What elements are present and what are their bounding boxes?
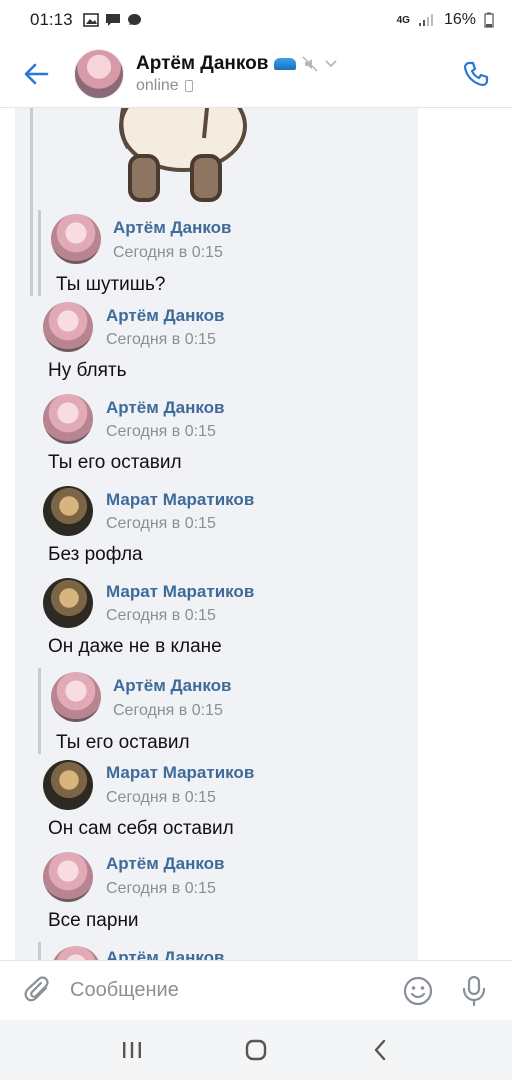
chat-area[interactable]: Артём Данков Сегодня в 0:15 Ты шутишь? А… [0,108,512,960]
contact-info[interactable]: Артём Данков online [136,53,338,95]
recent-apps-button[interactable] [112,1030,152,1070]
message-item[interactable]: Марат Маратиков Сегодня в 0:15 Он сам се… [0,758,418,850]
message-item[interactable]: Марат Маратиков Сегодня в 0:15 Без рофла [0,482,418,574]
microphone-icon [462,975,486,1006]
home-icon [245,1039,267,1061]
status-bar: 01:13 4G 16% [0,0,512,40]
quote-bar [38,210,41,296]
message-item[interactable]: Артём Данков Сегодня в 0:15 Ну блять [0,298,418,390]
message-text: Ну блять [48,360,127,381]
author-avatar[interactable] [51,214,101,264]
author-name[interactable]: Артём Данков [106,948,224,960]
author-avatar[interactable] [51,672,101,722]
message-text: Он сам себя оставил [48,818,234,839]
voice-message-button[interactable] [456,973,492,1009]
message-time: Сегодня в 0:15 [106,423,216,440]
message-item[interactable]: Артём Данков Сегодня в 0:15 Ты шутишь? [0,208,418,300]
back-chevron-icon [374,1039,386,1061]
message-text: Ты его оставил [56,732,190,753]
status-time: 01:13 [30,10,73,29]
sheep-sticker [119,108,247,202]
message-text: Он даже не в клане [48,636,222,657]
wave-emoji-icon [274,57,297,70]
contact-avatar[interactable] [74,48,124,99]
message-time: Сегодня в 0:15 [113,702,223,719]
message-time: Сегодня в 0:15 [106,607,216,624]
gallery-notification-icon [82,13,99,27]
message-time: Сегодня в 0:15 [113,244,223,261]
phone-icon [463,61,489,86]
network-type: 4G [396,14,410,26]
message-time: Сегодня в 0:15 [106,331,216,348]
arrow-left-icon [24,63,49,84]
message-item[interactable]: Артём Данков Сегодня в 0:15 Все парни [0,848,418,940]
contact-name: Артём Данков [136,52,269,74]
message-time: Сегодня в 0:15 [106,880,216,897]
recent-apps-icon [123,1042,141,1058]
author-name[interactable]: Артём Данков [106,306,224,326]
paperclip-icon [24,975,49,1001]
author-avatar[interactable] [43,578,93,628]
message-notification-icon [105,14,120,26]
quote-bar [38,942,41,960]
message-text: Ты шутишь? [56,274,166,295]
signal-icon [418,14,433,26]
smiley-icon [403,976,433,1005]
author-name[interactable]: Марат Маратиков [106,763,254,783]
author-name[interactable]: Артём Данков [113,676,231,696]
quote-bar [38,668,41,754]
author-avatar[interactable] [51,946,101,960]
author-avatar[interactable] [43,760,93,810]
author-avatar[interactable] [43,302,93,352]
author-name[interactable]: Марат Маратиков [106,582,254,602]
author-name[interactable]: Артём Данков [106,398,224,418]
message-composer [0,960,512,1020]
author-avatar[interactable] [43,852,93,902]
author-name[interactable]: Артём Данков [106,854,224,874]
mute-icon [302,55,318,72]
message-input[interactable] [70,979,370,1002]
message-text: Ты его оставил [48,452,182,473]
message-time: Сегодня в 0:15 [106,515,216,532]
author-name[interactable]: Артём Данков [113,218,231,238]
back-button[interactable] [18,56,54,92]
message-item[interactable]: Артём Данков Сегодня в 0:15 Ты его остав… [0,666,418,758]
message-text: Без рофла [48,544,143,565]
battery-level: 16% [443,11,476,28]
message-item[interactable]: Марат Маратиков Сегодня в 0:15 Он даже н… [0,574,418,666]
system-navigation-bar [0,1020,512,1080]
message-item[interactable]: Артём Данков Сегодня в 0:15 Ты его остав… [0,390,418,482]
author-avatar[interactable] [43,394,93,444]
mobile-device-icon [184,79,193,92]
back-nav-button[interactable] [360,1030,400,1070]
home-button[interactable] [236,1030,276,1070]
author-name[interactable]: Марат Маратиков [106,490,254,510]
contact-status: online [136,76,179,94]
message-time: Сегодня в 0:15 [106,789,216,806]
call-button[interactable] [458,56,494,92]
battery-icon [484,12,494,28]
chat-header: Артём Данков online [0,40,512,108]
message-item[interactable]: Артём Данков [0,940,418,960]
message-text: Все парни [48,910,139,931]
emoji-button[interactable] [400,973,436,1009]
attach-button[interactable] [20,973,56,1009]
chevron-down-icon [325,59,338,67]
chat-notification-icon [127,14,141,25]
author-avatar[interactable] [43,486,93,536]
